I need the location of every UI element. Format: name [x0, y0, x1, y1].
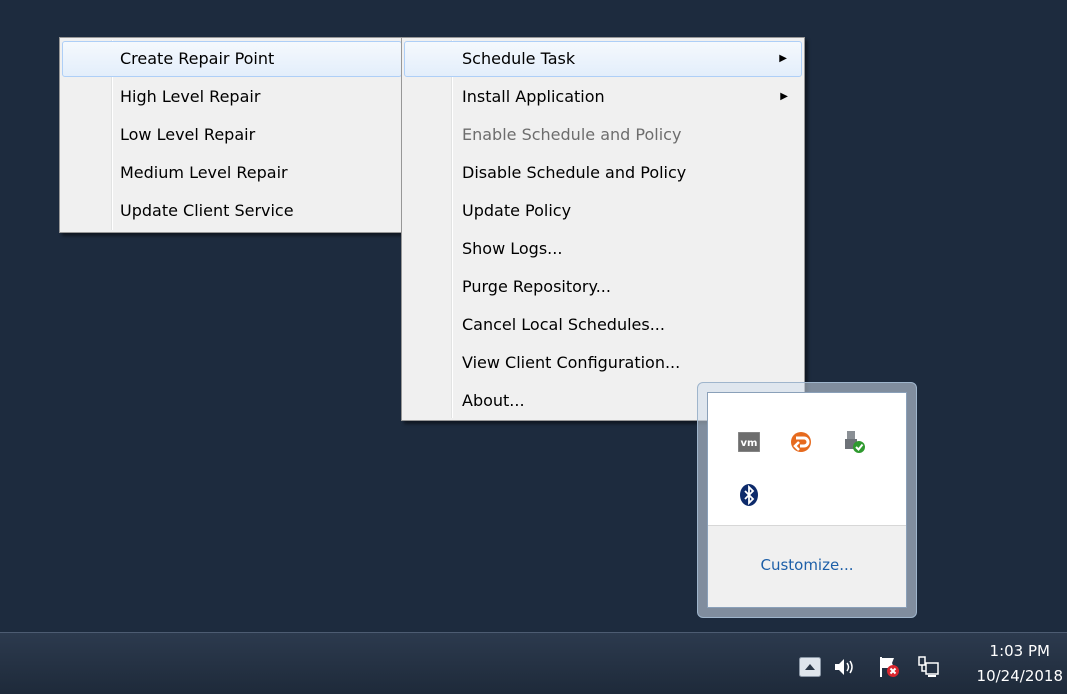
- menu-item-label: About...: [462, 391, 525, 410]
- menu-item-label: Create Repair Point: [120, 49, 275, 68]
- menu-item-low-level-repair[interactable]: Low Level Repair: [62, 116, 402, 154]
- menu-item-high-level-repair[interactable]: High Level Repair: [62, 78, 402, 116]
- menu-item-install-application[interactable]: Install Application ▶: [404, 78, 802, 116]
- notification-overflow-inner: vm Customize...: [707, 392, 907, 608]
- menu-item-label: Schedule Task: [462, 49, 576, 68]
- vmware-icon[interactable]: vm: [736, 429, 762, 455]
- menu-item-label: Update Client Service: [120, 201, 294, 220]
- svg-text:vm: vm: [741, 438, 758, 449]
- menu-item-medium-level-repair[interactable]: Medium Level Repair: [62, 154, 402, 192]
- menu-item-label: High Level Repair: [120, 87, 261, 106]
- menu-item-disable-schedule-and-policy[interactable]: Disable Schedule and Policy: [404, 154, 802, 192]
- client-context-menu: Schedule Task ▶ Install Application ▶ En…: [401, 37, 805, 421]
- repair-client-icon[interactable]: [788, 429, 814, 455]
- menu-item-label: Low Level Repair: [120, 125, 256, 144]
- overflow-footer: Customize...: [708, 525, 906, 607]
- menu-item-label: View Client Configuration...: [462, 353, 681, 372]
- menu-item-view-client-configuration[interactable]: View Client Configuration...: [404, 344, 802, 382]
- menu-item-enable-schedule-and-policy: Enable Schedule and Policy: [404, 116, 802, 154]
- menu-item-label: Disable Schedule and Policy: [462, 163, 687, 182]
- menu-item-label: Enable Schedule and Policy: [462, 125, 682, 144]
- menu-item-label: Show Logs...: [462, 239, 563, 258]
- customize-link[interactable]: Customize...: [760, 556, 853, 574]
- menu-item-purge-repository[interactable]: Purge Repository...: [404, 268, 802, 306]
- repair-submenu: Create Repair Point High Level Repair Lo…: [59, 37, 405, 233]
- menu-item-label: Cancel Local Schedules...: [462, 315, 665, 334]
- bluetooth-icon[interactable]: [736, 482, 762, 508]
- menu-item-update-client-service[interactable]: Update Client Service: [62, 192, 402, 230]
- menu-item-label: Purge Repository...: [462, 277, 611, 296]
- menu-item-label: Update Policy: [462, 201, 572, 220]
- submenu-arrow-icon: ▶: [780, 91, 788, 102]
- notification-overflow-panel: vm Customize...: [697, 382, 917, 618]
- menu-item-label: Medium Level Repair: [120, 163, 288, 182]
- menu-item-update-policy[interactable]: Update Policy: [404, 192, 802, 230]
- submenu-arrow-icon: ▶: [779, 53, 787, 64]
- overflow-icon-grid: vm: [708, 393, 906, 530]
- show-hidden-icons-icon[interactable]: [798, 655, 822, 679]
- clock-date: 10/24/2018: [976, 667, 1063, 685]
- menu-item-label: Install Application: [462, 87, 605, 106]
- volume-icon[interactable]: [832, 655, 856, 679]
- menu-item-create-repair-point[interactable]: Create Repair Point: [62, 41, 402, 77]
- system-clock[interactable]: 1:03 PM 10/24/2018: [977, 639, 1063, 689]
- menu-item-show-logs[interactable]: Show Logs...: [404, 230, 802, 268]
- menu-item-schedule-task[interactable]: Schedule Task ▶: [404, 41, 802, 77]
- network-icon[interactable]: [917, 655, 941, 679]
- action-center-flag-icon[interactable]: [877, 655, 901, 679]
- safely-remove-hardware-icon[interactable]: [841, 429, 867, 455]
- clock-time: 1:03 PM: [989, 642, 1050, 660]
- menu-item-cancel-local-schedules[interactable]: Cancel Local Schedules...: [404, 306, 802, 344]
- taskbar: 1:03 PM 10/24/2018: [0, 632, 1067, 694]
